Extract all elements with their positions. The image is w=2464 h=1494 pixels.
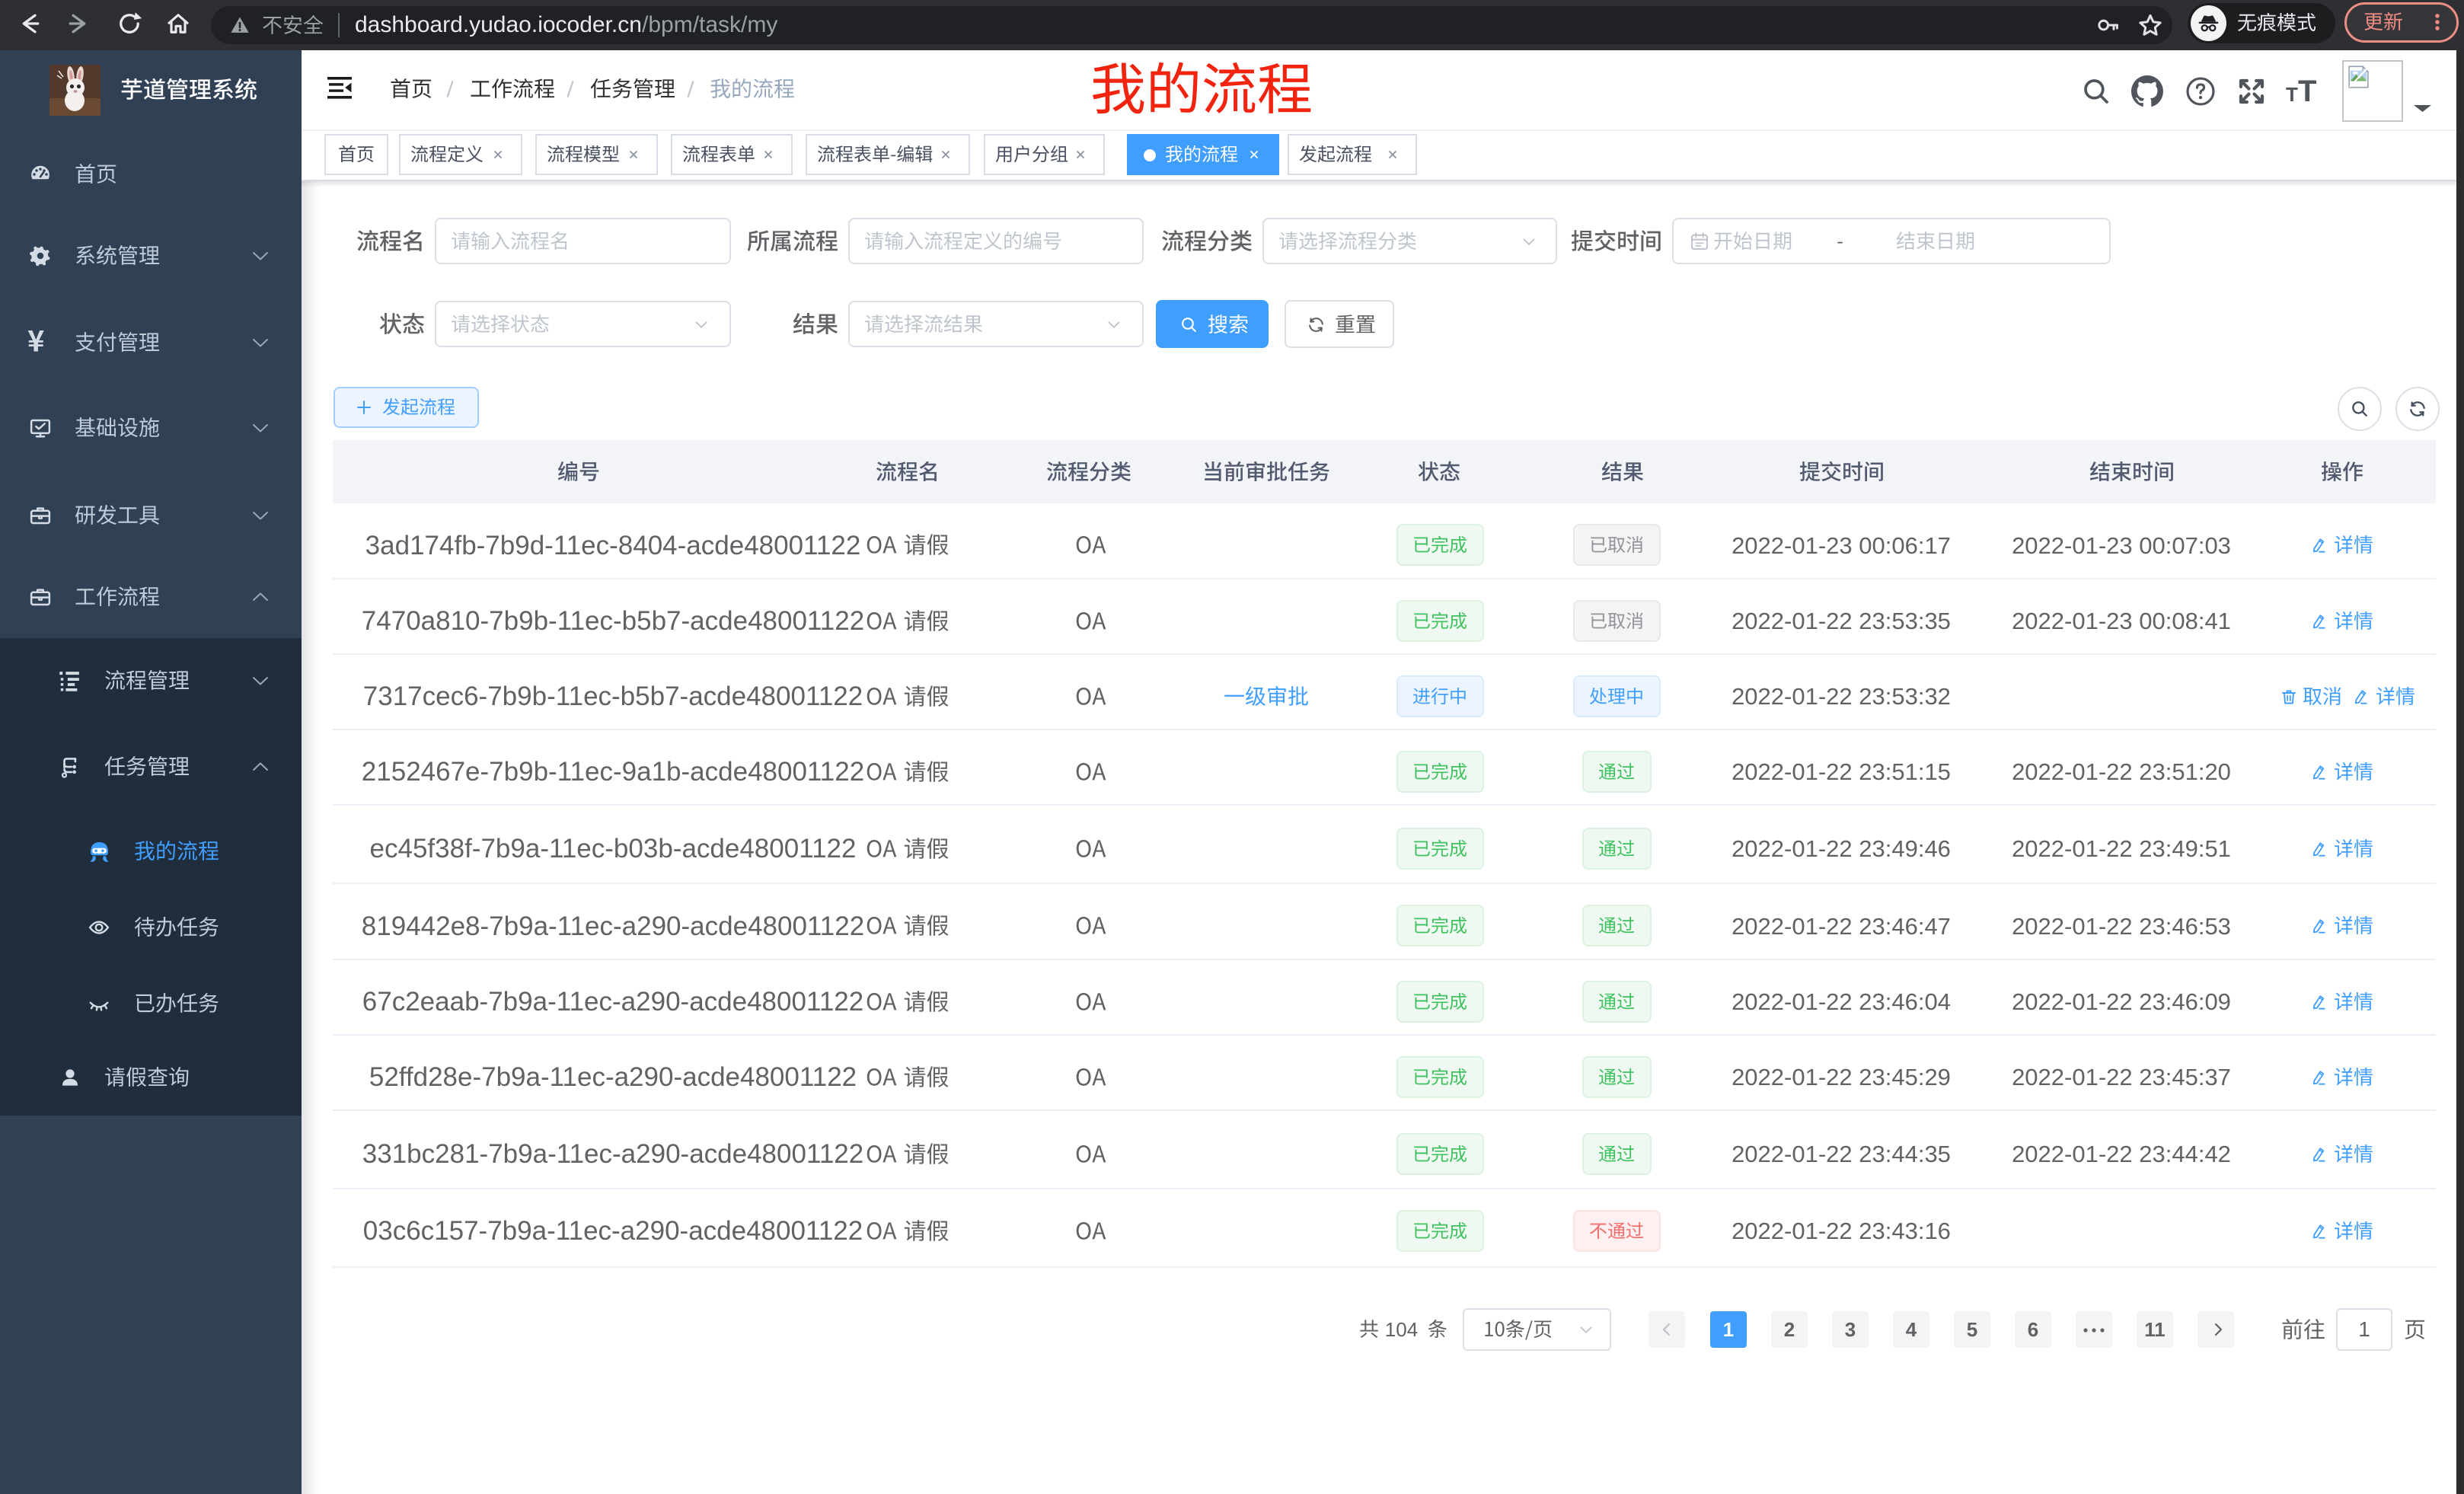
svg-text:T: T [2286, 83, 2298, 106]
svg-text:T: T [2298, 75, 2316, 108]
